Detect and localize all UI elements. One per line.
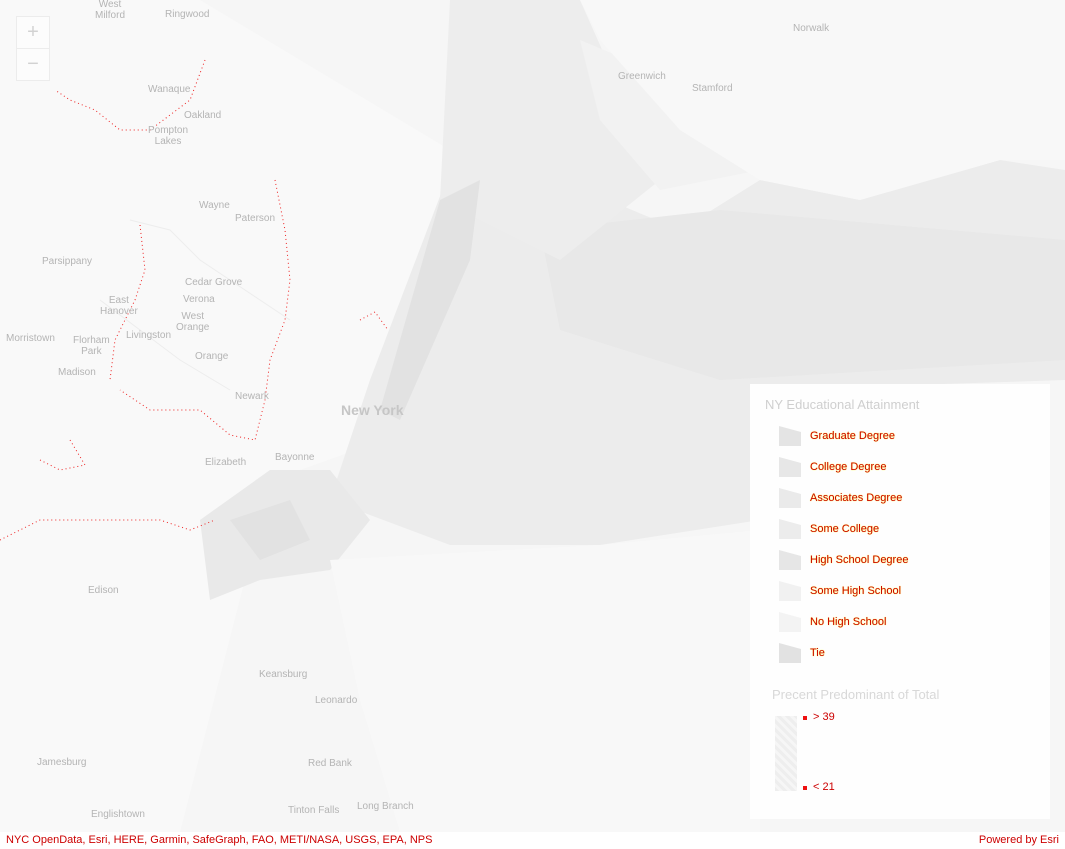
place-label: Paterson xyxy=(235,213,276,224)
place-label: Greenwich xyxy=(618,71,666,82)
place-label: Florham Park xyxy=(73,335,110,357)
place-label: Norwalk xyxy=(793,23,830,34)
place-label: Leonardo xyxy=(315,695,358,706)
legend-item-label: Some High School xyxy=(810,585,902,597)
place-label: Livingston xyxy=(126,330,172,341)
place-label: Red Bank xyxy=(308,758,352,769)
legend-item: Graduate Degree xyxy=(779,426,895,446)
legend-swatch xyxy=(779,581,801,601)
place-label: Elizabeth xyxy=(205,457,247,468)
place-label-city: New York xyxy=(341,402,404,418)
place-label: Oakland xyxy=(184,110,222,121)
legend-item-label: Some College xyxy=(810,523,880,535)
legend-item-label: College Degree xyxy=(810,461,887,473)
legend-panel: NY Educational Attainment Graduate Degre… xyxy=(750,384,1050,819)
legend-item-label: No High School xyxy=(810,616,887,628)
legend-item: College Degree xyxy=(779,457,886,477)
zoom-out-button[interactable]: − xyxy=(17,48,49,80)
legend-item: Associates Degree xyxy=(779,488,902,508)
size-min-label: < 21 xyxy=(813,781,835,793)
legend-swatch xyxy=(779,519,801,539)
place-label: Cedar Grove xyxy=(185,277,243,288)
place-label: Morristown xyxy=(6,333,55,344)
powered-by-link[interactable]: Powered by Esri xyxy=(979,834,1059,846)
size-legend-title: Precent Predominant of Total xyxy=(772,687,940,702)
place-label: Madison xyxy=(58,367,96,378)
place-label: Jamesburg xyxy=(37,757,87,768)
legend-swatch xyxy=(779,426,801,446)
legend-item-label: Tie xyxy=(810,647,825,659)
legend-swatch xyxy=(779,550,801,570)
place-label: Wayne xyxy=(199,200,230,211)
place-label: West Orange xyxy=(176,311,210,333)
legend-swatch xyxy=(779,457,801,477)
place-label: Keansburg xyxy=(259,669,308,680)
legend-swatch xyxy=(779,643,801,663)
size-ramp-tick xyxy=(803,716,807,720)
size-ramp-tick xyxy=(803,786,807,790)
place-label: Englishtown xyxy=(91,809,145,820)
legend-item-label: High School Degree xyxy=(810,554,909,566)
legend-item: High School Degree xyxy=(779,550,908,570)
place-label: Verona xyxy=(183,294,215,305)
attribution-bar: NYC OpenData, Esri, HERE, Garmin, SafeGr… xyxy=(0,832,1065,849)
size-ramp xyxy=(775,716,797,791)
legend-item: Some College xyxy=(779,519,879,539)
legend-title: NY Educational Attainment xyxy=(765,397,920,412)
legend-swatch xyxy=(779,488,801,508)
place-label: Parsippany xyxy=(42,256,93,267)
legend-item: Tie xyxy=(779,643,825,663)
legend-item: Some High School xyxy=(779,581,901,601)
place-label: Stamford xyxy=(692,83,733,94)
place-label: Pompton Lakes xyxy=(148,125,189,147)
legend-item-label: Associates Degree xyxy=(810,492,903,504)
place-label: Newark xyxy=(235,391,269,402)
place-label: Edison xyxy=(88,585,119,596)
place-label: Ringwood xyxy=(165,9,210,20)
place-label: East Hanover xyxy=(100,295,138,317)
zoom-in-button[interactable]: + xyxy=(17,17,49,48)
zoom-control: + − xyxy=(16,16,50,81)
legend-item: No High School xyxy=(779,612,886,632)
place-label: Orange xyxy=(195,351,229,362)
size-max-label: > 39 xyxy=(813,711,835,723)
place-label: Tinton Falls xyxy=(288,805,340,816)
legend-swatch xyxy=(779,612,801,632)
place-label: West Milford xyxy=(95,0,126,21)
place-label: Wanaque xyxy=(148,84,191,95)
attribution-text[interactable]: NYC OpenData, Esri, HERE, Garmin, SafeGr… xyxy=(6,834,432,846)
place-label: Long Branch xyxy=(357,801,414,812)
legend-item-label: Graduate Degree xyxy=(810,430,895,442)
place-label: Bayonne xyxy=(275,452,315,463)
